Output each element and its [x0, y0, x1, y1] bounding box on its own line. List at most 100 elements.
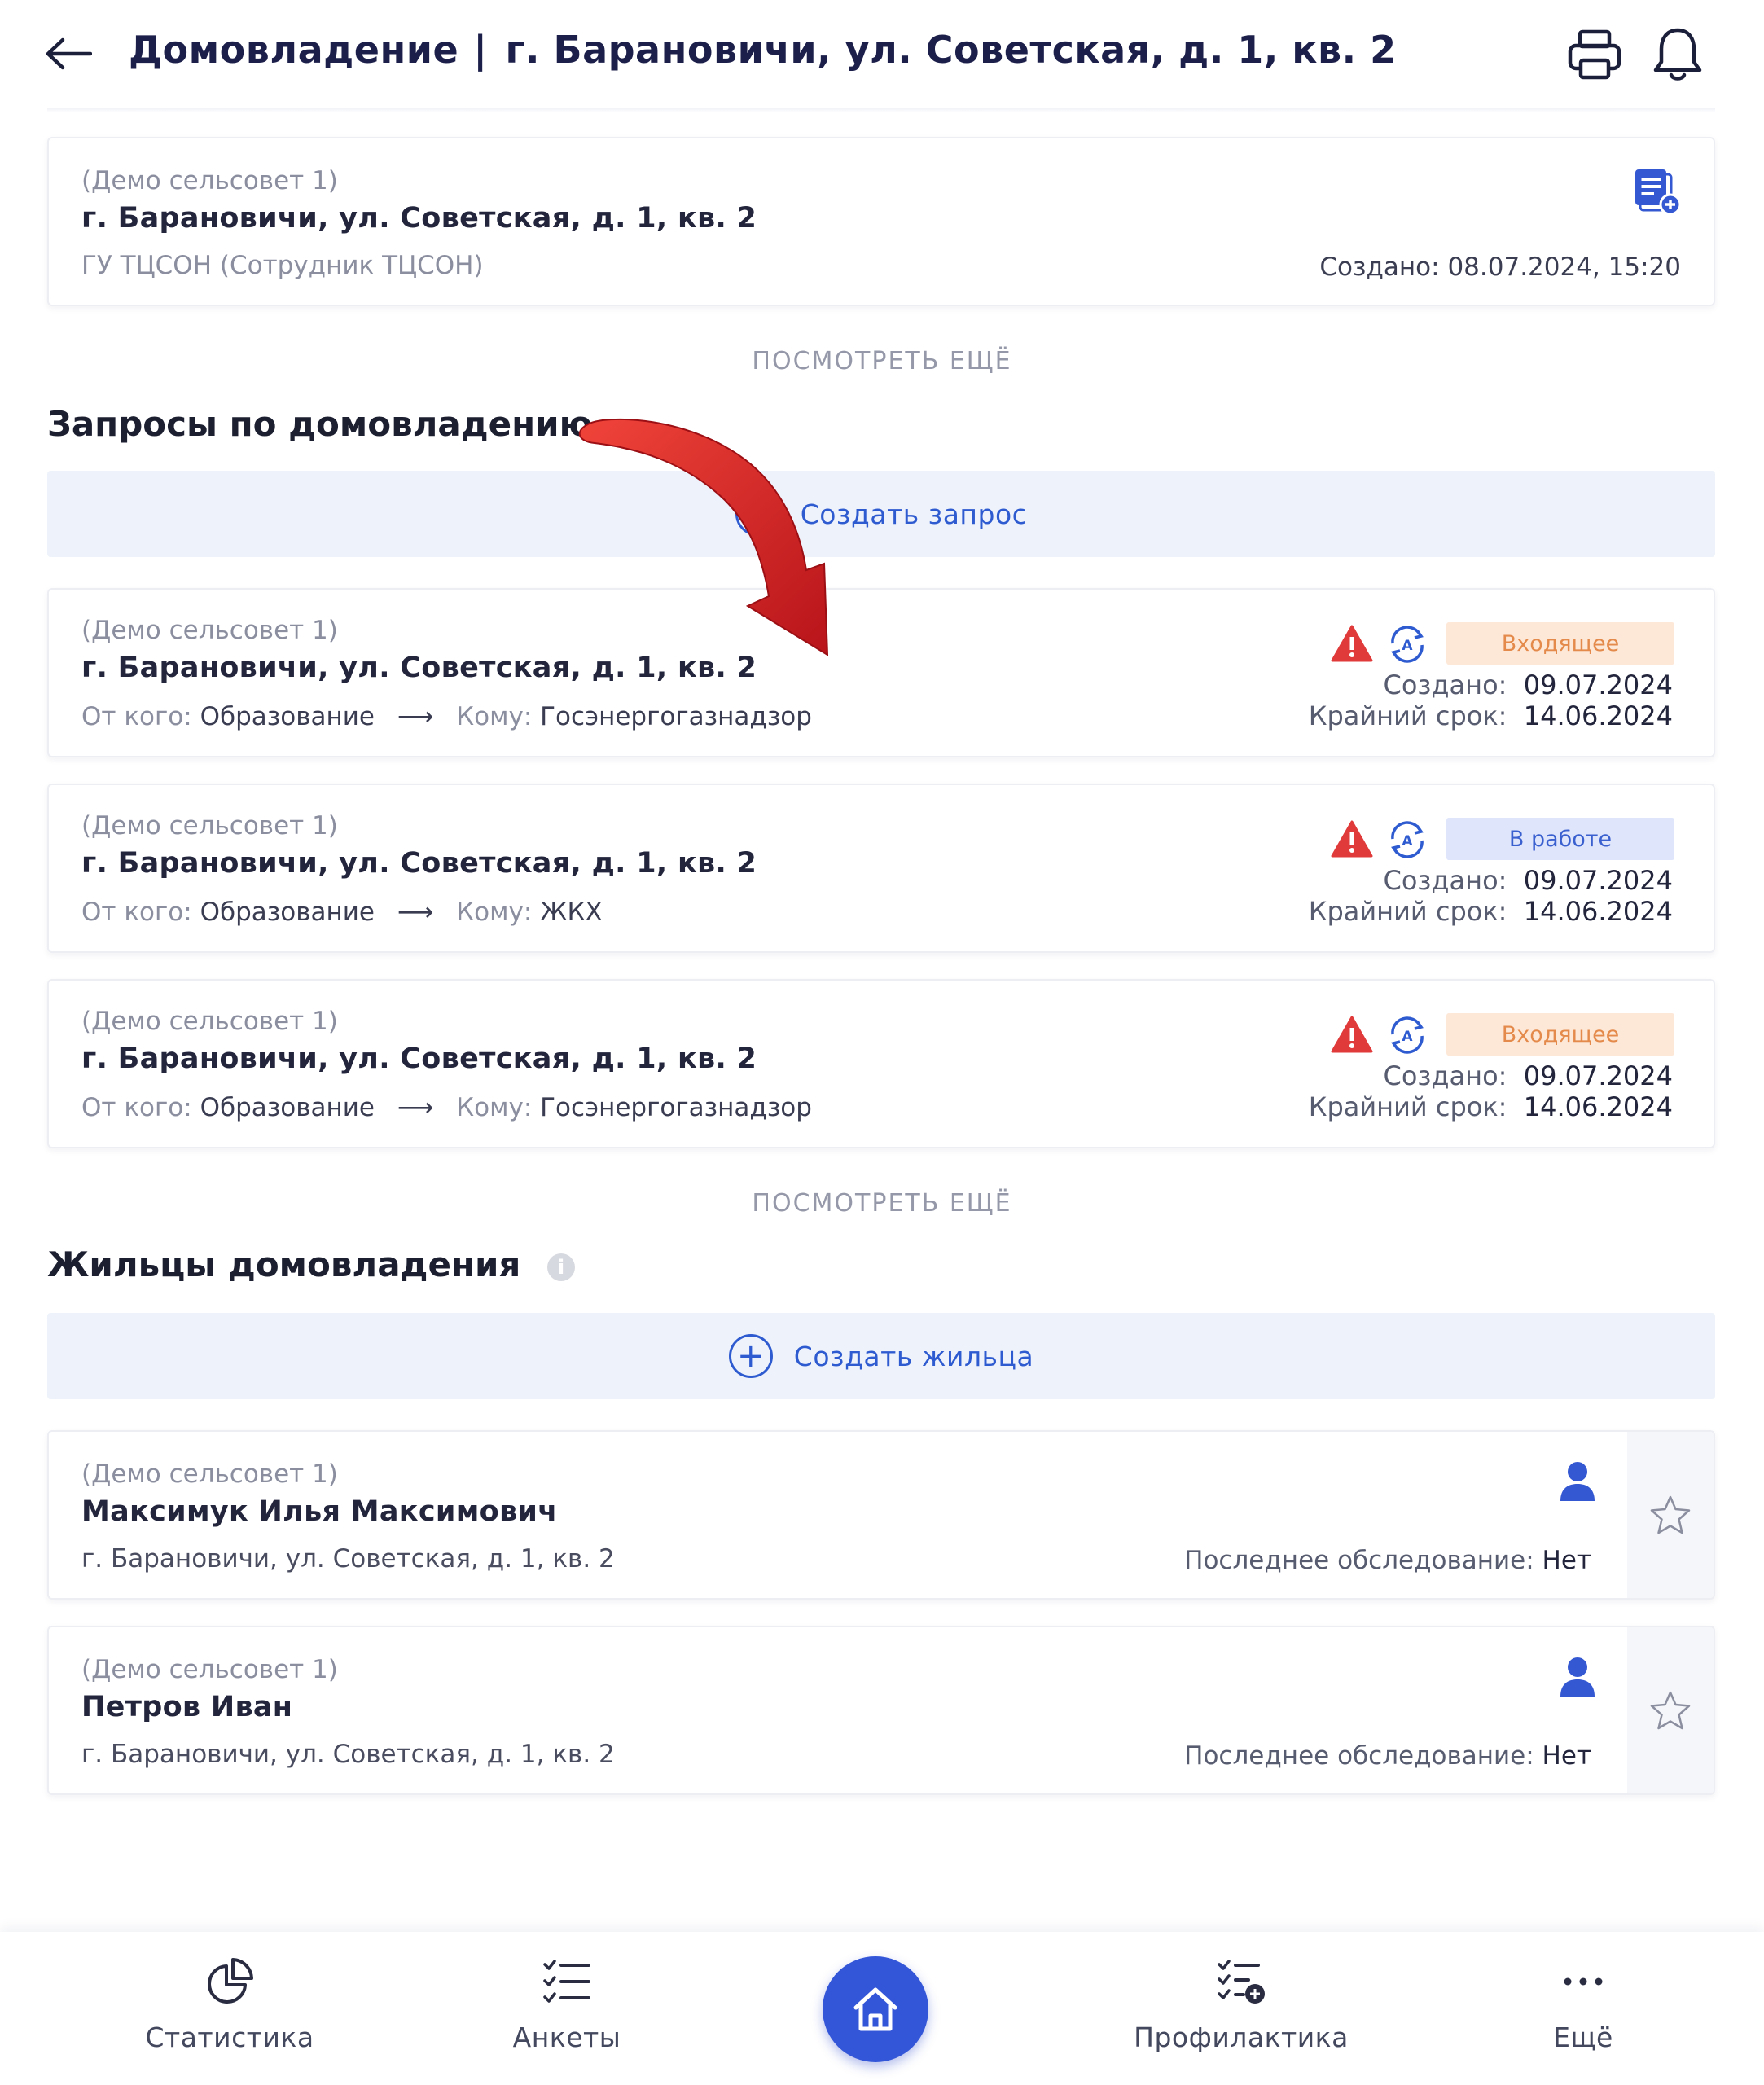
auto-sync-icon: A — [1386, 624, 1428, 668]
status-badge: Входящее — [1446, 622, 1674, 665]
nav-more[interactable]: Ещё — [1461, 1956, 1705, 2053]
residents-title-text: Жильцы домовладения — [47, 1244, 521, 1284]
created-date: Создано: 08.07.2024, 15:20 — [1319, 252, 1681, 282]
org-label: (Демо сельсовет 1) — [81, 1007, 338, 1036]
last-exam-row: Последнее обследование: Нет — [1184, 1546, 1591, 1575]
created-date: 09.07.2024 — [1523, 1060, 1673, 1091]
create-request-button[interactable]: + Создать запрос — [47, 471, 1715, 557]
deadline-date: 14.06.2024 — [1523, 1091, 1673, 1122]
created-label: Создано: — [1383, 669, 1507, 700]
last-exam-value: Нет — [1542, 1741, 1591, 1771]
svg-text:A: A — [1402, 833, 1413, 849]
person-icon — [1559, 1461, 1596, 1505]
to-value: ЖКХ — [540, 898, 603, 927]
last-exam-row: Последнее обследование: Нет — [1184, 1741, 1591, 1771]
request-card[interactable]: (Демо сельсовет 1) г. Барановичи, ул. Со… — [47, 979, 1715, 1148]
add-document-icon[interactable] — [1632, 166, 1683, 217]
to-label: Кому: — [456, 1093, 533, 1122]
deadline-row: Крайний срок: 14.06.2024 — [1309, 896, 1673, 927]
status-badge: В работе — [1446, 818, 1674, 860]
home-icon — [853, 1987, 897, 2031]
resident-card[interactable]: (Демо сельсовет 1) Максимук Илья Максимо… — [47, 1430, 1715, 1600]
residents-section-title: Жильцы домовладения i — [47, 1244, 575, 1284]
see-more-link[interactable]: ПОСМОТРЕТЬ ЕЩЁ — [0, 1189, 1764, 1218]
household-card[interactable]: (Демо сельсовет 1) г. Барановичи, ул. Со… — [47, 137, 1715, 306]
warning-icon — [1331, 624, 1373, 666]
from-label: От кого: — [81, 702, 192, 731]
deadline-label: Крайний срок: — [1308, 1091, 1507, 1122]
create-resident-label: Создать жильца — [793, 1340, 1034, 1372]
svg-text:A: A — [1402, 1029, 1413, 1045]
route-arrow-icon: ⟶ — [397, 702, 434, 731]
to-label: Кому: — [456, 898, 533, 927]
resident-address: г. Барановичи, ул. Советская, д. 1, кв. … — [81, 1740, 615, 1769]
resident-name: Максимук Илья Максимович — [81, 1495, 558, 1528]
created-date: 09.07.2024 — [1523, 865, 1673, 896]
deadline-label: Крайний срок: — [1308, 700, 1507, 731]
warning-icon — [1331, 819, 1373, 862]
org-label: (Демо сельсовет 1) — [81, 616, 338, 645]
resident-address: г. Барановичи, ул. Советская, д. 1, кв. … — [81, 1544, 615, 1574]
page-title: Домовладение | г. Барановичи, ул. Советска… — [129, 28, 1397, 72]
author-label: ГУ ТЦСОН (Сотрудник ТЦСОН) — [81, 251, 484, 280]
nav-more-label: Ещё — [1553, 2021, 1613, 2053]
last-exam-label: Последнее обследование: — [1184, 1546, 1534, 1575]
deadline-date: 14.06.2024 — [1523, 700, 1673, 731]
create-resident-button[interactable]: + Создать жильца — [47, 1313, 1715, 1399]
created-row: Создано: 09.07.2024 — [1383, 669, 1673, 700]
nav-prevention[interactable]: Профилактика — [1119, 1956, 1363, 2053]
see-more-link[interactable]: ПОСМОТРЕТЬ ЕЩЁ — [0, 347, 1764, 375]
person-icon — [1559, 1657, 1596, 1701]
status-badge: Входящее — [1446, 1013, 1674, 1056]
plus-circle-icon: + — [728, 1334, 773, 1378]
checklist-add-icon — [1218, 1960, 1265, 2004]
deadline-label: Крайний срок: — [1308, 896, 1507, 927]
org-label: (Демо сельсовет 1) — [81, 1460, 338, 1489]
deadline-date: 14.06.2024 — [1523, 896, 1673, 927]
home-button[interactable] — [823, 1956, 928, 2062]
nav-statistics[interactable]: Статистика — [108, 1956, 352, 2053]
request-address: г. Барановичи, ул. Советская, д. 1, кв. … — [81, 652, 757, 684]
request-address: г. Барановичи, ул. Советская, д. 1, кв. … — [81, 1042, 757, 1075]
nav-forms[interactable]: Анкеты — [445, 1956, 689, 2053]
create-request-label: Создать запрос — [800, 498, 1028, 530]
request-card[interactable]: (Демо сельсовет 1) г. Барановичи, ул. Со… — [47, 588, 1715, 757]
page-title-address: г. Барановичи, ул. Советская, д. 1, кв. … — [505, 28, 1397, 72]
to-value: Госэнергогазнадзор — [540, 702, 812, 731]
auto-sync-icon: A — [1386, 1015, 1428, 1059]
org-label: (Демо сельсовет 1) — [81, 1655, 338, 1684]
last-exam-label: Последнее обследование: — [1184, 1741, 1534, 1771]
created-row: Создано: 09.07.2024 — [1383, 865, 1673, 896]
header: Домовладение | г. Барановичи, ул. Советска… — [0, 0, 1764, 111]
pie-chart-icon — [208, 1958, 253, 2004]
checklist-icon — [543, 1960, 590, 2003]
resident-name: Петров Иван — [81, 1691, 293, 1723]
back-arrow-icon[interactable] — [42, 31, 94, 77]
favorite-star-icon[interactable] — [1627, 1627, 1714, 1793]
printer-icon[interactable] — [1567, 29, 1622, 80]
auto-sync-icon: A — [1386, 819, 1428, 863]
plus-circle-icon: + — [735, 492, 779, 536]
route-arrow-icon: ⟶ — [397, 898, 434, 927]
svg-text:A: A — [1402, 638, 1413, 654]
from-label: От кого: — [81, 1093, 192, 1122]
favorite-star-icon[interactable] — [1627, 1432, 1714, 1598]
request-route: От кого: Образование ⟶ Кому: ЖКХ — [81, 898, 603, 927]
resident-card[interactable]: (Демо сельсовет 1) Петров Иван г. Барано… — [47, 1626, 1715, 1795]
warning-icon — [1331, 1015, 1373, 1057]
request-address: г. Барановичи, ул. Советская, д. 1, кв. … — [81, 847, 757, 880]
org-label: (Демо сельсовет 1) — [81, 166, 338, 195]
created-row: Создано: 09.07.2024 — [1383, 1060, 1673, 1091]
created-date: 09.07.2024 — [1523, 669, 1673, 700]
title-separator: | — [473, 28, 488, 72]
request-route: От кого: Образование ⟶ Кому: Госэнергога… — [81, 1093, 812, 1122]
from-value: Образование — [200, 1093, 375, 1122]
bottom-navigation: Статистика Анкеты Профилактика Ещё — [0, 1932, 1764, 2085]
request-card[interactable]: (Демо сельсовет 1) г. Барановичи, ул. Со… — [47, 784, 1715, 953]
bell-icon[interactable] — [1652, 26, 1704, 81]
org-label: (Демо сельсовет 1) — [81, 811, 338, 841]
nav-forms-label: Анкеты — [512, 2021, 621, 2053]
from-value: Образование — [200, 898, 375, 927]
info-icon[interactable]: i — [546, 1253, 575, 1281]
created-label: Создано: — [1383, 865, 1507, 896]
